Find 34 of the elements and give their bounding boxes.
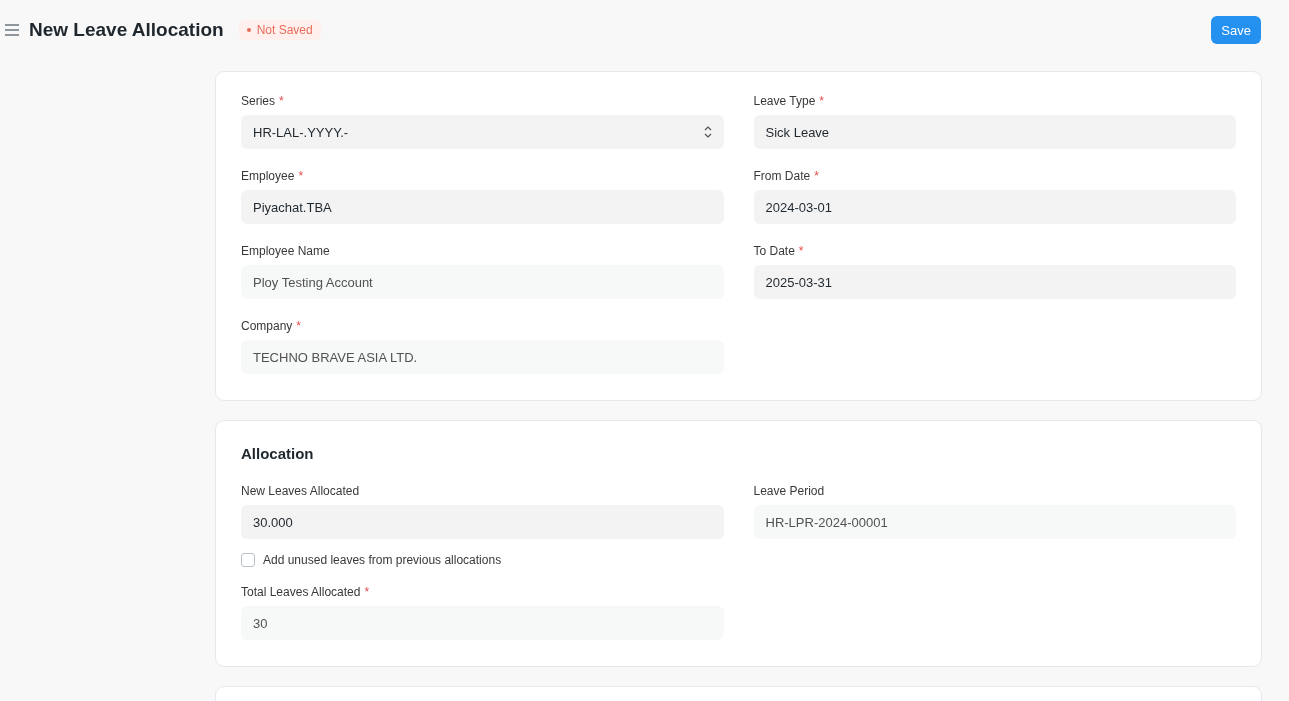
page-title: New Leave Allocation [29,18,224,42]
checkbox[interactable] [241,553,255,567]
field-label: Total Leaves Allocated [241,585,361,600]
input-field[interactable]: TECHNO BRAVE ASIA LTD. [241,340,724,374]
field-label: New Leaves Allocated [241,484,360,499]
select-field[interactable]: HR-LAL-.YYYY.- [241,115,724,149]
field-label: From Date [753,169,811,184]
field-label: Leave Type [753,94,816,109]
input-field[interactable]: 2025-03-31 [753,265,1236,299]
up-down-chevron-icon [703,126,712,138]
input-field[interactable]: 2024-03-01 [753,190,1236,224]
section-title: Allocation [241,445,315,462]
required-mark: * [298,169,304,184]
required-mark: * [279,94,284,109]
input-field[interactable]: Piyachat.TBA [241,190,724,224]
input-field[interactable]: 30.000 [241,505,724,539]
field-label: Leave Period [753,484,825,499]
required-mark: * [814,169,819,184]
input-field[interactable]: HR-LPR-2024-00001 [753,505,1236,539]
field-label: To Date [753,244,795,259]
status-badge: Not Saved [238,20,321,40]
required-mark: * [296,319,302,334]
input-field[interactable]: Sick Leave [753,115,1236,149]
field-label: Employee [241,169,295,184]
field-label: Employee Name [241,244,330,259]
input-field[interactable]: Ploy Testing Account [241,265,724,299]
input-field[interactable]: 30 [241,606,724,640]
required-mark: * [364,585,370,600]
menu-icon[interactable] [4,24,20,36]
checkbox-label[interactable]: Add unused leaves from previous allocations [241,553,724,567]
field-label: Company [241,319,293,334]
field-label: Series [241,94,275,109]
required-mark: * [819,94,824,109]
required-mark: * [798,244,804,259]
